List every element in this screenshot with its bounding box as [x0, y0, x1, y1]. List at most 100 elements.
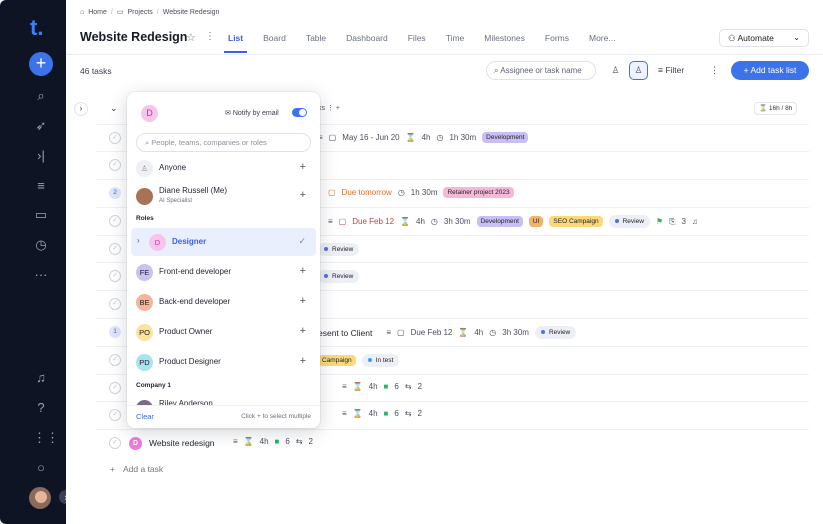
plus-icon[interactable]: +: [300, 265, 306, 277]
breadcrumb-current[interactable]: Website Redesign: [163, 9, 220, 16]
tag[interactable]: UI: [528, 216, 544, 227]
clear-button[interactable]: Clear: [136, 412, 154, 421]
tag[interactable]: Retainer project 2023: [443, 187, 514, 198]
estimate: 4h: [259, 437, 269, 446]
clock-icon: ◷: [397, 188, 405, 197]
page-title: Website Redesign: [80, 30, 188, 44]
status-badge[interactable]: Review: [318, 270, 360, 283]
breadcrumb-home[interactable]: Home: [88, 9, 107, 16]
folder-icon: ▭: [116, 9, 124, 16]
status-badge[interactable]: Review: [534, 326, 577, 339]
plus-icon[interactable]: +: [300, 355, 306, 367]
complete-checkbox[interactable]: ✓: [109, 354, 121, 366]
option-role-product-designer[interactable]: PD Product Designer +: [131, 348, 316, 376]
breadcrumb-projects[interactable]: Projects: [128, 9, 153, 16]
chat-icon[interactable]: ○: [33, 460, 49, 476]
search-icon[interactable]: ⌕: [33, 88, 49, 104]
option-role-designer[interactable]: › D Designer ✓: [131, 228, 316, 256]
help-icon[interactable]: ?: [33, 400, 49, 416]
tab-files[interactable]: Files: [408, 33, 426, 43]
chevron-right-icon[interactable]: ›: [74, 102, 88, 116]
chevron-down-icon[interactable]: ⌄: [110, 103, 118, 114]
filter-button[interactable]: ≡ Filter: [658, 61, 684, 80]
bell-icon[interactable]: ♫: [33, 370, 49, 386]
option-role-backend[interactable]: BE Back-end developer +: [131, 288, 316, 316]
tab-dashboard[interactable]: Dashboard: [346, 33, 388, 43]
people-search-input[interactable]: ⌕ People, teams, companies or roles: [136, 133, 311, 152]
comment-icon: ■: [383, 382, 389, 391]
more-vertical-icon[interactable]: ⋮: [205, 31, 215, 42]
plus-icon[interactable]: +: [300, 189, 306, 201]
row-meta: Campaign In test: [318, 354, 400, 367]
tab-more[interactable]: More...: [589, 33, 615, 43]
option-sublabel: AI Specialist: [159, 198, 193, 204]
option-role-product-owner[interactable]: PO Product Owner +: [131, 318, 316, 346]
rocket-icon[interactable]: ➶: [33, 118, 49, 134]
tab-time[interactable]: Time: [446, 33, 465, 43]
complete-checkbox[interactable]: ✓: [109, 437, 121, 449]
status-badge[interactable]: Review: [608, 215, 650, 228]
add-task-list-label: Add task list: [750, 65, 797, 75]
complete-checkbox[interactable]: ✓: [109, 298, 121, 310]
plus-icon[interactable]: +: [300, 295, 306, 307]
notify-toggle[interactable]: [292, 108, 307, 117]
more-icon[interactable]: ···: [33, 267, 49, 283]
hourglass-icon: ⌛: [352, 382, 363, 391]
complete-checkbox[interactable]: ✓: [109, 270, 121, 282]
bell-icon[interactable]: ♫: [692, 217, 698, 226]
tag[interactable]: Campaign: [318, 355, 356, 366]
view-tabs: List Board Table Dashboard Files Time Mi…: [223, 33, 635, 53]
automate-button[interactable]: ⚇ Automate ⌄: [719, 29, 809, 47]
flag-icon[interactable]: ⚑: [656, 217, 663, 226]
status-badge[interactable]: In test: [361, 354, 400, 367]
star-icon[interactable]: ☆: [186, 31, 196, 44]
add-task-list-button[interactable]: + Add task list: [731, 61, 809, 80]
row-meta: ≡ ⌛ 4h ■ 6 ⇆ 2: [233, 437, 313, 446]
task-name[interactable]: esent to Client: [318, 328, 372, 338]
status-badge[interactable]: Review: [318, 243, 360, 256]
tag[interactable]: SEO Campaign: [549, 216, 603, 227]
option-user[interactable]: Diane Russell (Me) AI Specialist +: [131, 182, 316, 210]
chevron-right-icon[interactable]: ›: [137, 236, 140, 245]
list-check-icon[interactable]: ≡: [33, 178, 49, 194]
more-vertical-icon[interactable]: ⋮: [710, 61, 719, 80]
group-time: ⌛ 16h / 8h: [754, 102, 798, 115]
search-input[interactable]: ⌕ Assignee or task name: [486, 61, 596, 80]
row-meta: Review: [318, 270, 360, 283]
date-range: May 16 - Jun 20: [342, 133, 400, 142]
logged-time: 3h 30m: [502, 328, 529, 337]
complete-checkbox[interactable]: ✓: [109, 215, 121, 227]
plus-icon[interactable]: +: [300, 161, 306, 173]
tab-forms[interactable]: Forms: [545, 33, 569, 43]
hourglass-icon: ⌛: [400, 217, 411, 226]
add-task-button[interactable]: + Add a task: [110, 464, 171, 474]
plus-icon[interactable]: +: [300, 325, 306, 337]
complete-checkbox[interactable]: ✓: [109, 243, 121, 255]
group-name[interactable]: ks ⋮ +: [318, 104, 340, 112]
tag[interactable]: Development: [476, 216, 523, 227]
table-row[interactable]: ✓ D Website redesign ≡ ⌛ 4h ■ 6 ⇆ 2: [96, 429, 809, 457]
apps-icon[interactable]: ⋮⋮: [33, 430, 59, 446]
collapse-icon[interactable]: ›|: [33, 148, 49, 164]
complete-checkbox[interactable]: ✓: [109, 132, 121, 144]
check-icon[interactable]: ✓: [298, 236, 306, 247]
option-role-frontend[interactable]: FE Front-end developer +: [131, 258, 316, 286]
folder-icon[interactable]: ▭: [33, 207, 49, 223]
option-anyone[interactable]: ♙ Anyone +: [131, 154, 316, 182]
complete-checkbox[interactable]: ✓: [109, 159, 121, 171]
divider: [66, 54, 823, 55]
tab-milestones[interactable]: Milestones: [484, 33, 525, 43]
stopwatch-icon[interactable]: ◷: [33, 237, 49, 253]
row-meta: ≡ ⌛ 4h ■ 6 ⇆ 2: [342, 382, 422, 391]
tag[interactable]: Development: [482, 132, 529, 143]
assignee-filter-icon[interactable]: ♙: [606, 61, 625, 80]
complete-checkbox[interactable]: ✓: [109, 382, 121, 394]
tab-table[interactable]: Table: [306, 33, 326, 43]
complete-checkbox[interactable]: ✓: [109, 409, 121, 421]
task-name[interactable]: Website redesign: [149, 438, 215, 448]
user-avatar[interactable]: [27, 485, 53, 511]
tab-list[interactable]: List: [223, 33, 248, 53]
create-button[interactable]: +: [29, 52, 53, 76]
team-filter-icon[interactable]: ♙: [629, 61, 648, 80]
tab-board[interactable]: Board: [263, 33, 286, 43]
